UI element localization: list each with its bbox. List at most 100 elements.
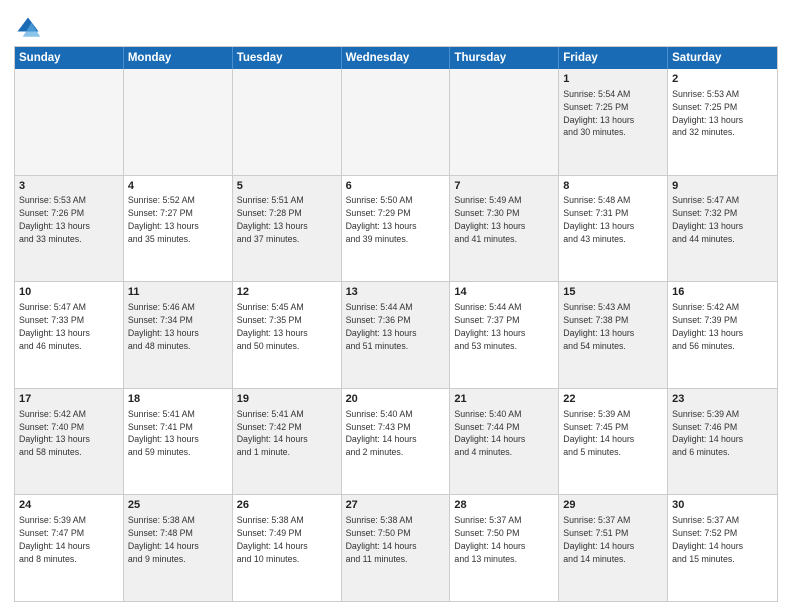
day-number: 11: [128, 285, 228, 300]
cell-info: Sunrise: 5:49 AMSunset: 7:30 PMDaylight:…: [454, 195, 525, 244]
day-number: 19: [237, 392, 337, 407]
cell-info: Sunrise: 5:48 AMSunset: 7:31 PMDaylight:…: [563, 195, 634, 244]
day-number: 9: [672, 179, 773, 194]
day-number: 27: [346, 498, 446, 513]
calendar-cell-empty-3: [342, 69, 451, 175]
calendar-cell-6: 6Sunrise: 5:50 AMSunset: 7:29 PMDaylight…: [342, 176, 451, 282]
calendar-row-0: 1 Sunrise: 5:54 AMSunset: 7:25 PMDaylight…: [15, 69, 777, 176]
calendar-cell-2: 2 Sunrise: 5:53 AMSunset: 7:25 PMDaylight…: [668, 69, 777, 175]
day-number: 28: [454, 498, 554, 513]
day-number: 15: [563, 285, 663, 300]
day-number: 24: [19, 498, 119, 513]
calendar-cell-20: 20 Sunrise: 5:40 AMSunset: 7:43 PMDayligh…: [342, 389, 451, 495]
calendar-cell-13: 13Sunrise: 5:44 AMSunset: 7:36 PMDayligh…: [342, 282, 451, 388]
calendar-cell-30: 30 Sunrise: 5:37 AMSunset: 7:52 PMDayligh…: [668, 495, 777, 601]
calendar-cell-5: 5Sunrise: 5:51 AMSunset: 7:28 PMDaylight…: [233, 176, 342, 282]
day-number: 20: [346, 392, 446, 407]
day-number: 18: [128, 392, 228, 407]
cell-info: Sunrise: 5:47 AMSunset: 7:32 PMDaylight:…: [672, 195, 743, 244]
cell-info: Sunrise: 5:38 AMSunset: 7:49 PMDaylight:…: [237, 515, 308, 564]
calendar-cell-19: 19 Sunrise: 5:41 AMSunset: 7:42 PMDayligh…: [233, 389, 342, 495]
cell-info: Sunrise: 5:53 AMSunset: 7:26 PMDaylight:…: [19, 195, 90, 244]
cell-info: Sunrise: 5:40 AMSunset: 7:43 PMDaylight:…: [346, 409, 417, 458]
calendar: SundayMondayTuesdayWednesdayThursdayFrid…: [14, 46, 778, 602]
calendar-cell-empty-1: [124, 69, 233, 175]
calendar-cell-empty-4: [450, 69, 559, 175]
cell-info: Sunrise: 5:38 AMSunset: 7:48 PMDaylight:…: [128, 515, 199, 564]
calendar-cell-15: 15 Sunrise: 5:43 AMSunset: 7:38 PMDayligh…: [559, 282, 668, 388]
cell-info: Sunrise: 5:43 AMSunset: 7:38 PMDaylight:…: [563, 302, 634, 351]
calendar-cell-25: 25 Sunrise: 5:38 AMSunset: 7:48 PMDayligh…: [124, 495, 233, 601]
cell-info: Sunrise: 5:54 AMSunset: 7:25 PMDaylight:…: [563, 89, 634, 138]
calendar-cell-11: 11 Sunrise: 5:46 AMSunset: 7:34 PMDayligh…: [124, 282, 233, 388]
day-number: 8: [563, 179, 663, 194]
day-number: 3: [19, 179, 119, 194]
cell-info: Sunrise: 5:51 AMSunset: 7:28 PMDaylight:…: [237, 195, 308, 244]
day-number: 4: [128, 179, 228, 194]
day-number: 26: [237, 498, 337, 513]
cell-info: Sunrise: 5:44 AMSunset: 7:37 PMDaylight:…: [454, 302, 525, 351]
cell-info: Sunrise: 5:47 AMSunset: 7:33 PMDaylight:…: [19, 302, 90, 351]
cell-info: Sunrise: 5:37 AMSunset: 7:51 PMDaylight:…: [563, 515, 634, 564]
calendar-row-2: 10 Sunrise: 5:47 AMSunset: 7:33 PMDayligh…: [15, 282, 777, 389]
cell-info: Sunrise: 5:46 AMSunset: 7:34 PMDaylight:…: [128, 302, 199, 351]
calendar-cell-28: 28Sunrise: 5:37 AMSunset: 7:50 PMDayligh…: [450, 495, 559, 601]
cell-info: Sunrise: 5:40 AMSunset: 7:44 PMDaylight:…: [454, 409, 525, 458]
day-number: 2: [672, 72, 773, 87]
logo-icon: [14, 14, 42, 42]
cell-info: Sunrise: 5:39 AMSunset: 7:46 PMDaylight:…: [672, 409, 743, 458]
calendar-cell-17: 17Sunrise: 5:42 AMSunset: 7:40 PMDayligh…: [15, 389, 124, 495]
calendar-cell-10: 10 Sunrise: 5:47 AMSunset: 7:33 PMDayligh…: [15, 282, 124, 388]
calendar-row-4: 24 Sunrise: 5:39 AMSunset: 7:47 PMDayligh…: [15, 495, 777, 601]
calendar-cell-12: 12 Sunrise: 5:45 AMSunset: 7:35 PMDayligh…: [233, 282, 342, 388]
cell-info: Sunrise: 5:53 AMSunset: 7:25 PMDaylight:…: [672, 89, 743, 138]
calendar-cell-1: 1 Sunrise: 5:54 AMSunset: 7:25 PMDaylight…: [559, 69, 668, 175]
header-day-tuesday: Tuesday: [233, 47, 342, 69]
cell-info: Sunrise: 5:41 AMSunset: 7:41 PMDaylight:…: [128, 409, 199, 458]
calendar-row-3: 17Sunrise: 5:42 AMSunset: 7:40 PMDayligh…: [15, 389, 777, 496]
day-number: 1: [563, 72, 663, 87]
calendar-cell-8: 8Sunrise: 5:48 AMSunset: 7:31 PMDaylight…: [559, 176, 668, 282]
calendar-cell-23: 23Sunrise: 5:39 AMSunset: 7:46 PMDayligh…: [668, 389, 777, 495]
calendar-cell-24: 24 Sunrise: 5:39 AMSunset: 7:47 PMDayligh…: [15, 495, 124, 601]
logo: [14, 14, 46, 42]
header-day-wednesday: Wednesday: [342, 47, 451, 69]
day-number: 29: [563, 498, 663, 513]
calendar-cell-16: 16 Sunrise: 5:42 AMSunset: 7:39 PMDayligh…: [668, 282, 777, 388]
cell-info: Sunrise: 5:39 AMSunset: 7:47 PMDaylight:…: [19, 515, 90, 564]
day-number: 22: [563, 392, 663, 407]
day-number: 7: [454, 179, 554, 194]
day-number: 30: [672, 498, 773, 513]
calendar-cell-21: 21 Sunrise: 5:40 AMSunset: 7:44 PMDayligh…: [450, 389, 559, 495]
day-number: 21: [454, 392, 554, 407]
calendar-cell-14: 14 Sunrise: 5:44 AMSunset: 7:37 PMDayligh…: [450, 282, 559, 388]
day-number: 10: [19, 285, 119, 300]
day-number: 14: [454, 285, 554, 300]
cell-info: Sunrise: 5:37 AMSunset: 7:52 PMDaylight:…: [672, 515, 743, 564]
cell-info: Sunrise: 5:39 AMSunset: 7:45 PMDaylight:…: [563, 409, 634, 458]
day-number: 16: [672, 285, 773, 300]
day-number: 5: [237, 179, 337, 194]
calendar-cell-3: 3Sunrise: 5:53 AMSunset: 7:26 PMDaylight…: [15, 176, 124, 282]
calendar-cell-empty-0: [15, 69, 124, 175]
header-day-sunday: Sunday: [15, 47, 124, 69]
calendar-cell-9: 9Sunrise: 5:47 AMSunset: 7:32 PMDaylight…: [668, 176, 777, 282]
calendar-cell-18: 18 Sunrise: 5:41 AMSunset: 7:41 PMDayligh…: [124, 389, 233, 495]
cell-info: Sunrise: 5:45 AMSunset: 7:35 PMDaylight:…: [237, 302, 308, 351]
cell-info: Sunrise: 5:41 AMSunset: 7:42 PMDaylight:…: [237, 409, 308, 458]
header-day-monday: Monday: [124, 47, 233, 69]
cell-info: Sunrise: 5:50 AMSunset: 7:29 PMDaylight:…: [346, 195, 417, 244]
header-day-saturday: Saturday: [668, 47, 777, 69]
day-number: 25: [128, 498, 228, 513]
calendar-cell-22: 22 Sunrise: 5:39 AMSunset: 7:45 PMDayligh…: [559, 389, 668, 495]
calendar-cell-4: 4Sunrise: 5:52 AMSunset: 7:27 PMDaylight…: [124, 176, 233, 282]
day-number: 13: [346, 285, 446, 300]
page: SundayMondayTuesdayWednesdayThursdayFrid…: [0, 0, 792, 612]
cell-info: Sunrise: 5:42 AMSunset: 7:39 PMDaylight:…: [672, 302, 743, 351]
cell-info: Sunrise: 5:52 AMSunset: 7:27 PMDaylight:…: [128, 195, 199, 244]
cell-info: Sunrise: 5:38 AMSunset: 7:50 PMDaylight:…: [346, 515, 417, 564]
header: [14, 10, 778, 42]
calendar-cell-27: 27 Sunrise: 5:38 AMSunset: 7:50 PMDayligh…: [342, 495, 451, 601]
cell-info: Sunrise: 5:42 AMSunset: 7:40 PMDaylight:…: [19, 409, 90, 458]
day-number: 12: [237, 285, 337, 300]
